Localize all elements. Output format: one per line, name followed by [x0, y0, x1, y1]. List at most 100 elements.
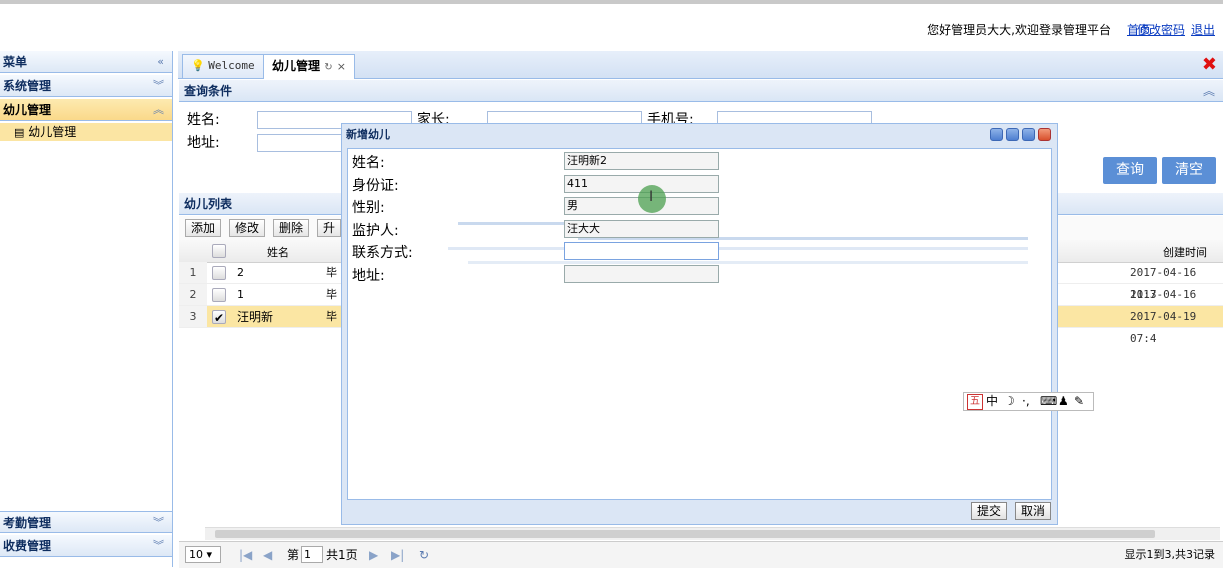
- menu-section-children[interactable]: 幼儿管理 ︽: [0, 99, 172, 121]
- punctuation-icon[interactable]: ·,: [1022, 393, 1030, 410]
- page-size-value: 10: [189, 548, 203, 561]
- clear-button[interactable]: 清空: [1162, 157, 1216, 184]
- menu-item-children-management[interactable]: ▤ 幼儿管理: [0, 123, 172, 141]
- ime-chinese-mode[interactable]: 中: [986, 393, 998, 410]
- row-checkbox[interactable]: [212, 288, 226, 302]
- pagination-bar: 10 ▾ |◀ ◀ 第 1 共1页 ▶ ▶| ↻ 显示1到3,共3记录: [179, 541, 1223, 568]
- id-card-label: 身份证:: [352, 178, 399, 194]
- chevron-up-icon[interactable]: ︽: [153, 99, 164, 121]
- prev-page-icon[interactable]: ◀: [263, 542, 272, 568]
- gender-label: 性别:: [352, 200, 385, 216]
- edit-button[interactable]: 修改: [229, 219, 266, 237]
- document-icon: ▤: [14, 126, 25, 139]
- last-page-icon[interactable]: ▶|: [391, 542, 404, 568]
- background-artifact: [468, 261, 1028, 264]
- menu-title: 菜单: [3, 55, 28, 69]
- lightbulb-icon: 💡: [191, 59, 205, 72]
- page-prefix: 第: [287, 548, 300, 562]
- dialog-title-bar[interactable]: 新增幼儿: [342, 124, 1061, 146]
- welcome-message: 您好管理员大大,欢迎登录管理平台: [927, 23, 1111, 37]
- collapse-icon[interactable]: [990, 128, 1003, 141]
- chevron-down-icon[interactable]: ︾: [153, 75, 164, 97]
- query-address-input[interactable]: [257, 134, 347, 152]
- dialog-title: 新增幼儿: [346, 128, 390, 141]
- chevron-up-icon[interactable]: ︽: [1203, 80, 1215, 102]
- menu-section-label: 考勤管理: [3, 516, 52, 530]
- logout-link[interactable]: 退出: [1191, 21, 1215, 38]
- add-button[interactable]: 添加: [185, 219, 222, 237]
- tab-label: 幼儿管理: [272, 59, 321, 73]
- address-field[interactable]: [564, 265, 719, 283]
- delete-button[interactable]: 删除: [273, 219, 310, 237]
- chevron-down-icon[interactable]: ︾: [153, 512, 164, 534]
- menu-section-label: 幼儿管理: [3, 103, 52, 117]
- cell-school: 毕: [326, 288, 337, 301]
- tab-label: Welcome: [208, 59, 255, 72]
- reload-icon[interactable]: ↻: [419, 542, 429, 568]
- cancel-button[interactable]: 取消: [1015, 502, 1052, 520]
- scrollbar-thumb[interactable]: [215, 530, 1155, 538]
- cell-name: 2: [237, 266, 244, 279]
- tab-bar: 💡 Welcome 幼儿管理 ↻ × ✖: [178, 51, 1223, 79]
- column-header-name[interactable]: 姓名: [267, 244, 289, 260]
- page-size-select[interactable]: 10 ▾: [185, 546, 221, 563]
- cell-name: 1: [237, 288, 244, 301]
- guardian-field[interactable]: 汪大大: [564, 220, 719, 238]
- column-header-created[interactable]: 创建时间: [1163, 244, 1207, 260]
- menu-section-label: 系统管理: [3, 79, 52, 93]
- contact-field[interactable]: [564, 242, 719, 260]
- minimize-icon[interactable]: [1006, 128, 1019, 141]
- name-field[interactable]: 汪明新2: [564, 152, 719, 170]
- query-name-label: 姓名:: [187, 112, 220, 128]
- row-number: 2: [179, 284, 207, 305]
- page-number-input[interactable]: 1: [301, 546, 323, 563]
- cell-name: 汪明新: [237, 310, 274, 324]
- moon-icon[interactable]: ☽: [1004, 393, 1015, 410]
- search-button[interactable]: 查询: [1103, 157, 1157, 184]
- collapse-left-icon[interactable]: «: [157, 51, 164, 73]
- tab-welcome[interactable]: 💡 Welcome: [182, 54, 264, 78]
- ime-wubi-icon[interactable]: 五: [967, 394, 983, 410]
- add-child-dialog: 新增幼儿 姓名: 汪明新2 身份证: 411 性别: 男 监护人: 汪大大 联系…: [341, 123, 1058, 525]
- select-all-checkbox[interactable]: [212, 244, 226, 258]
- wrench-icon[interactable]: ✎: [1074, 393, 1084, 410]
- change-password-link[interactable]: 修改密码: [1137, 21, 1185, 38]
- tab-children-management[interactable]: 幼儿管理 ↻ ×: [263, 54, 355, 79]
- horizontal-scrollbar[interactable]: [205, 527, 1220, 540]
- user-icon[interactable]: ♟: [1058, 393, 1069, 410]
- row-number: 1: [179, 262, 207, 283]
- refresh-icon[interactable]: ↻: [324, 62, 332, 73]
- cell-created: 2017-04-19 07:4: [1130, 310, 1197, 345]
- query-address-label: 地址:: [187, 135, 220, 151]
- promote-button[interactable]: 升: [317, 219, 341, 237]
- menu-item-label: 幼儿管理: [28, 125, 77, 139]
- menu-header: 菜单 «: [0, 51, 172, 73]
- submit-button[interactable]: 提交: [971, 502, 1008, 520]
- maximize-icon[interactable]: [1022, 128, 1035, 141]
- close-all-tabs-icon[interactable]: ✖: [1202, 54, 1217, 75]
- cell-school: 毕: [326, 266, 337, 279]
- menu-section-fees[interactable]: 收费管理 ︾: [0, 535, 172, 557]
- chevron-down-icon[interactable]: ︾: [153, 535, 164, 557]
- list-panel-title: 幼儿列表: [184, 197, 233, 211]
- next-page-icon[interactable]: ▶: [369, 542, 378, 568]
- query-panel-header: 查询条件 ︽: [179, 80, 1223, 102]
- menu-section-attendance[interactable]: 考勤管理 ︾: [0, 511, 172, 533]
- first-page-icon[interactable]: |◀: [239, 542, 252, 568]
- close-icon[interactable]: ×: [337, 60, 346, 73]
- contact-label: 联系方式:: [352, 245, 413, 261]
- dialog-form: 姓名: 汪明新2 身份证: 411 性别: 男 监护人: 汪大大 联系方式: 地…: [347, 148, 1052, 500]
- row-checkbox[interactable]: [212, 266, 226, 280]
- address-label: 地址:: [352, 268, 385, 284]
- pager-summary: 显示1到3,共3记录: [1124, 548, 1216, 561]
- row-checkbox-checked[interactable]: ✔: [212, 310, 226, 325]
- checkmark-icon: ✔: [214, 311, 225, 325]
- menu-section-system[interactable]: 系统管理 ︾: [0, 75, 172, 97]
- close-icon[interactable]: [1038, 128, 1051, 141]
- name-label: 姓名:: [352, 155, 385, 171]
- cursor-highlight: I: [638, 185, 666, 213]
- cell-school: 毕: [326, 310, 337, 323]
- ime-toolbar[interactable]: 五 中 ☽ ·, ⌨ ♟ ✎: [963, 392, 1094, 411]
- keyboard-icon[interactable]: ⌨: [1040, 393, 1057, 410]
- text-cursor-icon: I: [649, 189, 654, 205]
